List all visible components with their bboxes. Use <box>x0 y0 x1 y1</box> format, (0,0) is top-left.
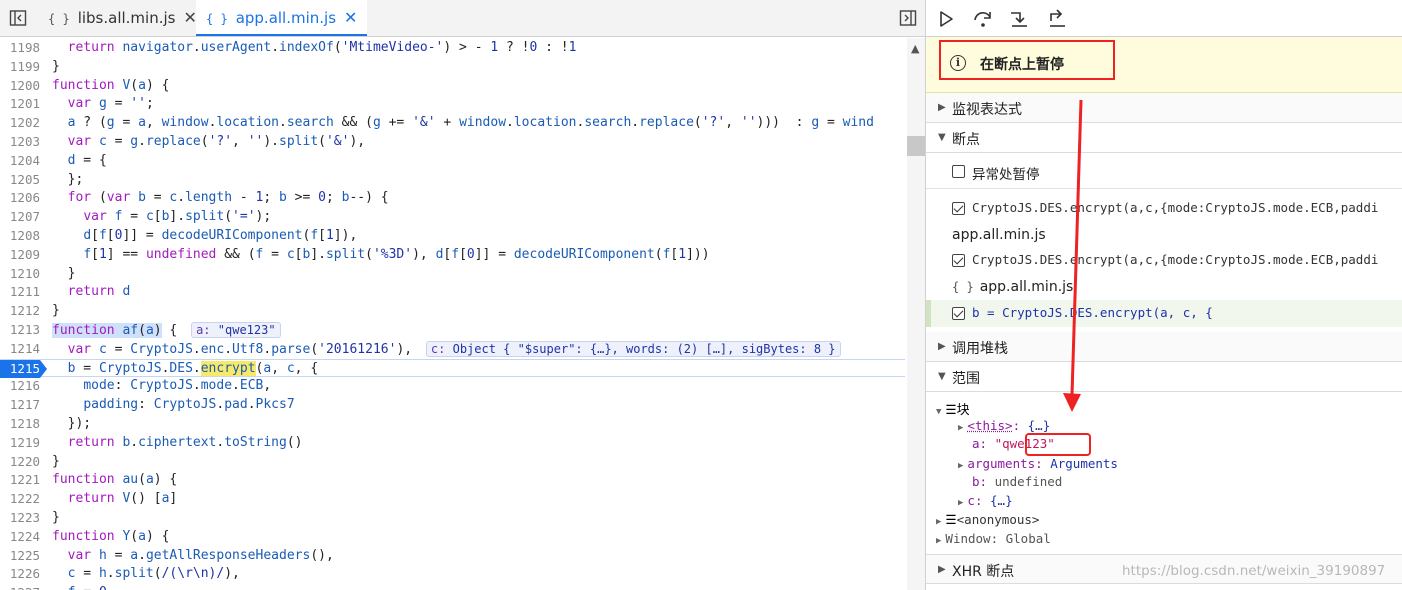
annotation-arrow <box>1063 99 1083 412</box>
watermark: https://blog.csdn.net/weixin_39190897 <box>1122 563 1386 579</box>
